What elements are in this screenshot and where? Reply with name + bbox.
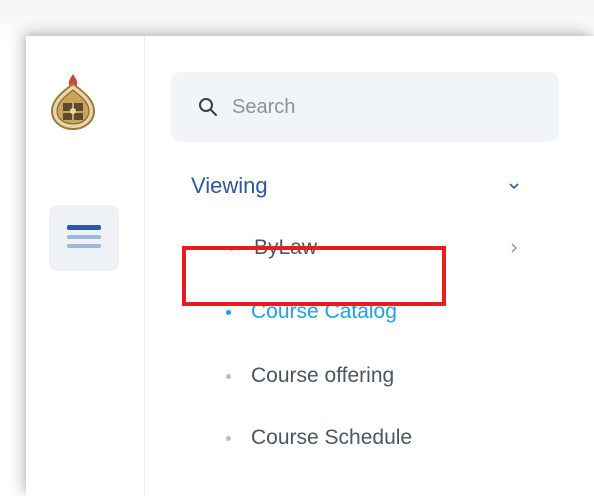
nav-item-label: ByLaw <box>254 236 318 259</box>
menu-toggle-button[interactable] <box>49 205 119 271</box>
nav-group-title: Viewing <box>191 173 268 198</box>
search-icon <box>199 98 217 116</box>
nav-item-label: Course Catalog <box>251 300 397 323</box>
left-rail <box>26 36 145 496</box>
bullet-dot-icon <box>226 373 231 379</box>
nav-item-label: Course offering <box>251 364 395 387</box>
hamburger-menu-icon <box>67 225 101 248</box>
bullet-dot-icon <box>229 245 234 251</box>
search-box[interactable] <box>171 72 559 142</box>
nav-item-course-schedule[interactable]: Course Schedule <box>226 416 526 460</box>
university-seal-icon[interactable] <box>48 70 98 132</box>
screenshot-frame: Viewing ByLaw Course Catalog Course offe… <box>0 0 594 496</box>
app-panel: Viewing ByLaw Course Catalog Course offe… <box>26 36 594 496</box>
nav-item-bylaw[interactable]: ByLaw <box>229 226 529 270</box>
chevron-down-icon <box>509 183 519 190</box>
nav-group-viewing[interactable]: Viewing <box>191 168 521 204</box>
nav-item-label: Course Schedule <box>251 426 413 449</box>
nav-item-course-offering[interactable]: Course offering <box>226 354 506 398</box>
bullet-dot-icon <box>226 309 231 315</box>
chevron-right-icon <box>511 243 518 253</box>
nav-item-course-catalog[interactable]: Course Catalog <box>226 290 476 334</box>
bullet-dot-icon <box>226 435 231 441</box>
sidebar-nav: Viewing ByLaw Course Catalog Course offe… <box>144 36 594 496</box>
search-input[interactable] <box>230 94 534 120</box>
